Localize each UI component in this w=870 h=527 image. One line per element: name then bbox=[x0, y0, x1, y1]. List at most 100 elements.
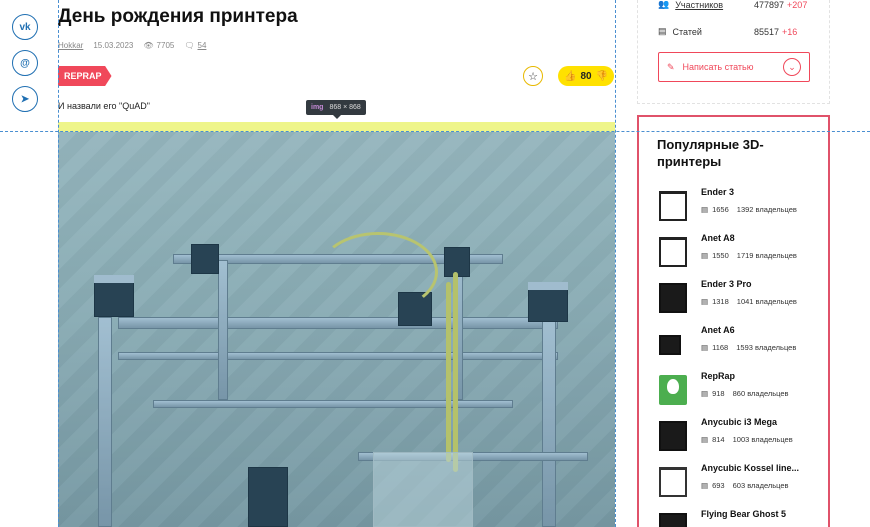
printer-articles-count: 918 bbox=[712, 389, 725, 398]
stat-articles-label-wrap: ▤ Статей bbox=[658, 26, 702, 37]
stat-articles-label: Статей bbox=[672, 26, 702, 37]
printer-articles-count: 814 bbox=[712, 435, 725, 444]
printer-articles-count: 1168 bbox=[712, 343, 729, 352]
devtools-highlight-overlay bbox=[58, 132, 615, 527]
filament-cable bbox=[446, 282, 451, 462]
mail-icon[interactable]: @ bbox=[12, 50, 38, 76]
leaf-icon bbox=[667, 379, 679, 394]
filament-cable bbox=[453, 272, 458, 472]
printer-name[interactable]: Anycubic Kossel line... bbox=[701, 463, 799, 473]
printer-item[interactable]: Anycubic Kossel line... ▤ 693 603 владель… bbox=[657, 463, 827, 503]
motor-cap bbox=[94, 275, 134, 283]
printer-owners: 1003 владельцев bbox=[732, 435, 793, 444]
frame-right-post bbox=[542, 317, 556, 527]
printer-name[interactable]: RepRap bbox=[701, 371, 735, 381]
printer-name[interactable]: Anet A6 bbox=[701, 325, 735, 335]
chevron-down-icon[interactable]: ⌄ bbox=[783, 58, 801, 76]
printer-item[interactable]: Anycubic i3 Mega ▤ 814 1003 владельцев bbox=[657, 417, 827, 457]
social-share-bar: vk @ ➤ bbox=[12, 14, 38, 112]
rating-value: 80 bbox=[580, 70, 592, 82]
favorite-star-icon[interactable]: ☆ bbox=[523, 66, 543, 86]
printer-thumbnail bbox=[659, 191, 687, 221]
power-supply bbox=[248, 467, 288, 527]
filament-tube bbox=[318, 232, 438, 312]
document-icon: ▤ bbox=[701, 297, 709, 306]
stat-members: 👥 Участников 477897 +207 bbox=[658, 0, 824, 10]
printer-item[interactable]: Anet A8 ▤ 1550 1719 владельцев bbox=[657, 233, 827, 273]
printer-item[interactable]: Ender 3 Pro ▤ 1318 1041 владельцев bbox=[657, 279, 827, 319]
rating-widget: 👍 80 👎 bbox=[558, 66, 614, 86]
frame-front-beam bbox=[118, 317, 558, 329]
popular-title: Популярные 3D-принтеры bbox=[657, 137, 764, 169]
stat-members-label[interactable]: Участников bbox=[675, 0, 723, 10]
printer-owners: 1593 владельцев bbox=[736, 343, 797, 352]
printer-thumbnail bbox=[659, 421, 687, 451]
document-icon: ▤ bbox=[701, 435, 709, 444]
author-link[interactable]: Hokkar bbox=[58, 41, 83, 50]
stat-articles-delta: +16 bbox=[782, 26, 798, 37]
printer-item[interactable]: Ender 3 ▤ 1656 1392 владельцев bbox=[657, 187, 827, 227]
stat-members-value: 477897 bbox=[754, 0, 785, 10]
thumb-up-icon[interactable]: 👍 bbox=[564, 71, 576, 82]
stepper-motor bbox=[191, 244, 219, 274]
devtools-img-tooltip: img 868 × 868 bbox=[306, 100, 366, 119]
printer-stats: ▤ 814 1003 владельцев bbox=[701, 435, 793, 444]
telegram-icon[interactable]: ➤ bbox=[12, 86, 38, 112]
printer-stats: ▤ 1656 1392 владельцев bbox=[701, 205, 797, 214]
stat-members-value-wrap: 477897 +207 bbox=[754, 0, 807, 10]
write-article-button[interactable]: ✎ Написать статью ⌄ bbox=[658, 52, 810, 82]
stat-articles-value: 85517 bbox=[754, 26, 780, 37]
printer-name[interactable]: Ender 3 bbox=[701, 187, 734, 197]
vk-icon[interactable]: vk bbox=[12, 14, 38, 40]
printer-name[interactable]: Ender 3 Pro bbox=[701, 279, 752, 289]
stat-articles-value-wrap: 85517 +16 bbox=[754, 27, 797, 37]
views-counter: 👁 7705 bbox=[143, 41, 174, 50]
guide-line-horizontal bbox=[0, 131, 870, 132]
printer-stats: ▤ 1168 1593 владельцев bbox=[701, 343, 796, 352]
article-title: День рождения принтера bbox=[58, 6, 298, 27]
stat-members-delta: +207 bbox=[787, 0, 808, 10]
plastic-container bbox=[373, 452, 473, 527]
printer-item[interactable]: Anet A6 ▤ 1168 1593 владельцев bbox=[657, 325, 827, 365]
document-icon: ▤ bbox=[701, 481, 709, 490]
comments-count[interactable]: 54 bbox=[198, 41, 207, 50]
printer-thumbnail bbox=[659, 513, 687, 527]
printer-name[interactable]: Anet A8 bbox=[701, 233, 735, 243]
thumb-down-icon[interactable]: 👎 bbox=[596, 71, 608, 82]
printer-articles: ▤ 1550 bbox=[701, 251, 729, 260]
popular-printers: Популярные 3D-принтеры Ender 3 ▤ 1656 139… bbox=[637, 115, 830, 527]
comments-icon: 🗨 bbox=[184, 41, 195, 50]
frame-left-post bbox=[98, 317, 112, 527]
article-lead: И назвали его "QuAD" bbox=[58, 101, 150, 111]
printer-owners: 1719 владельцев bbox=[736, 251, 797, 260]
frame-lower-beam bbox=[118, 352, 558, 360]
printer-item[interactable]: RepRap ▤ 918 860 владельцев bbox=[657, 371, 827, 411]
printer-name[interactable]: Flying Bear Ghost 5 bbox=[701, 509, 786, 519]
category-tag[interactable]: REPRAP bbox=[58, 66, 112, 86]
printer-stats: ▤ 1318 1041 владельцев bbox=[701, 297, 797, 306]
printer-articles: ▤ 1168 bbox=[701, 343, 728, 352]
printer-articles: ▤ 918 bbox=[701, 389, 725, 398]
document-icon: ▤ bbox=[701, 205, 709, 214]
printer-articles: ▤ 1318 bbox=[701, 297, 729, 306]
article-photo[interactable] bbox=[58, 132, 615, 527]
comments-counter[interactable]: 🗨 54 bbox=[184, 41, 206, 50]
document-icon: ▤ bbox=[658, 26, 667, 36]
frame-bed-rail bbox=[153, 400, 513, 408]
printer-stats: ▤ 1550 1719 владельцев bbox=[701, 251, 797, 260]
printer-owners: 1392 владельцев bbox=[736, 205, 797, 214]
printer-name[interactable]: Anycubic i3 Mega bbox=[701, 417, 777, 427]
stat-articles: ▤ Статей 85517 +16 bbox=[658, 26, 824, 37]
article-date: 15.03.2023 bbox=[93, 41, 134, 50]
printer-stats: ▤ 918 860 владельцев bbox=[701, 389, 789, 398]
stat-members-label-wrap: 👥 Участников bbox=[658, 0, 723, 10]
guide-line-left bbox=[58, 0, 59, 527]
printer-articles: ▤ 1656 bbox=[701, 205, 729, 214]
printer-owners: 603 владельцев bbox=[732, 481, 789, 490]
document-icon: ▤ bbox=[701, 343, 709, 352]
printer-articles-count: 1550 bbox=[712, 251, 729, 260]
motor-cap bbox=[528, 282, 568, 290]
printer-thumbnail bbox=[659, 237, 687, 267]
printer-articles-count: 1318 bbox=[712, 297, 729, 306]
printer-item[interactable]: Flying Bear Ghost 5 bbox=[657, 509, 827, 527]
